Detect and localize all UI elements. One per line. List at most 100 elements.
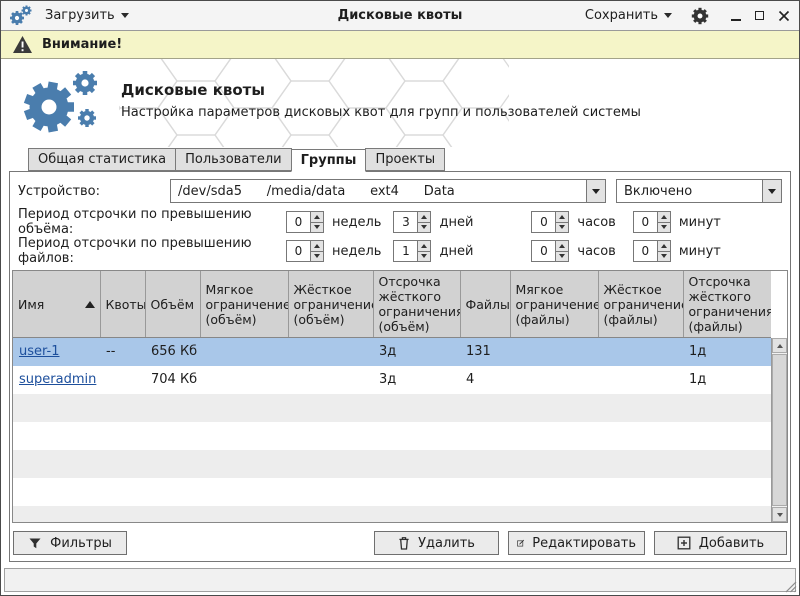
minutes-unit-label: минут	[679, 244, 721, 259]
spinner-up-button[interactable]	[556, 241, 568, 251]
spinner-up-button[interactable]	[658, 241, 670, 251]
close-button[interactable]	[776, 8, 791, 23]
column-header-name[interactable]: Имя	[13, 271, 100, 338]
device-dropdown-button[interactable]	[586, 180, 605, 202]
spinner-down-button[interactable]	[556, 251, 568, 262]
weeks-unit-label: недель	[332, 215, 381, 230]
spinner-down-icon	[661, 254, 667, 258]
spinner-down-button[interactable]	[556, 222, 568, 233]
trash-icon	[398, 536, 410, 550]
column-header-volume[interactable]: Объём	[145, 271, 200, 338]
grace-files-label: Период отсрочки по превышению файлов:	[18, 236, 286, 266]
resize-grip-icon[interactable]	[784, 580, 797, 593]
spinner-value[interactable]: 0	[287, 212, 310, 232]
scrollbar-thumb[interactable]	[772, 354, 787, 506]
save-button[interactable]: Сохранить	[581, 6, 676, 25]
state-dropdown-button[interactable]	[762, 180, 781, 202]
spinner-value[interactable]: 0	[634, 241, 657, 261]
column-header-hard-volume[interactable]: Жёсткое ограничение (объём)	[288, 271, 373, 338]
page-title: Дисковые квоты	[121, 81, 265, 99]
empty-row	[13, 422, 771, 450]
hexagon-pattern	[119, 59, 509, 147]
spinner-up-button[interactable]	[311, 212, 323, 222]
chevron-down-icon	[121, 13, 129, 18]
spinner-value[interactable]: 0	[532, 212, 555, 232]
spinner-down-button[interactable]	[418, 222, 430, 233]
spinner-up-button[interactable]	[311, 241, 323, 251]
spinner-value[interactable]: 0	[532, 241, 555, 261]
volume-minutes-spinner[interactable]: 0	[633, 211, 671, 233]
status-bar	[4, 568, 796, 592]
files-days-spinner[interactable]: 1	[393, 240, 431, 262]
user-link[interactable]: user-1	[19, 344, 60, 359]
table-row-superadmin[interactable]: superadmin 704 Кб 3д 4 1д	[13, 366, 771, 394]
tab-projects[interactable]: Проекты	[365, 148, 445, 171]
user-link[interactable]: superadmin	[19, 372, 96, 387]
vertical-scrollbar[interactable]	[771, 338, 787, 522]
spinner-value[interactable]: 0	[634, 212, 657, 232]
spinner-value[interactable]: 1	[394, 241, 417, 261]
days-unit-label: дней	[439, 215, 473, 230]
add-icon	[677, 536, 691, 550]
settings-gear-icon[interactable]	[690, 6, 710, 26]
add-button[interactable]: Добавить	[654, 531, 787, 555]
filter-icon	[28, 537, 42, 550]
warning-bar: Внимание!	[1, 31, 799, 59]
column-header-files[interactable]: Файлы	[460, 271, 510, 338]
scrollbar-track[interactable]	[772, 353, 787, 507]
column-header-soft-files[interactable]: Мягкое ограничение (файлы)	[510, 271, 598, 338]
edit-button[interactable]: Редактировать	[508, 531, 645, 555]
files-weeks-spinner[interactable]: 0	[286, 240, 324, 262]
load-button[interactable]: Загрузить	[41, 6, 133, 25]
column-header-hard-files[interactable]: Жёсткое ограничение (файлы)	[598, 271, 683, 338]
table-row-user-1[interactable]: user-1 -- 656 Кб 3д 131 1д	[13, 338, 771, 366]
spinner-value[interactable]: 3	[394, 212, 417, 232]
quota-state-value: Включено	[617, 180, 762, 202]
volume-weeks-spinner[interactable]: 0	[286, 211, 324, 233]
spinner-up-icon	[314, 215, 320, 219]
spinner-up-icon	[421, 215, 427, 219]
weeks-unit-label: недель	[332, 244, 381, 259]
spinner-up-button[interactable]	[658, 212, 670, 222]
column-header-grace-volume[interactable]: Отсрочка жёсткого ограничения (объём)	[373, 271, 460, 338]
column-header-soft-volume[interactable]: Мягкое ограничение (объём)	[200, 271, 288, 338]
spinner-down-icon	[421, 225, 427, 229]
tab-groups[interactable]: Группы	[291, 149, 367, 172]
device-label: Устройство:	[18, 184, 170, 199]
scrollbar-up-icon	[777, 344, 783, 348]
spinner-up-icon	[421, 244, 427, 248]
files-minutes-spinner[interactable]: 0	[633, 240, 671, 262]
volume-days-spinner[interactable]: 3	[393, 211, 431, 233]
spinner-up-icon	[661, 244, 667, 248]
spinner-down-button[interactable]	[418, 251, 430, 262]
filters-button[interactable]: Фильтры	[13, 531, 127, 555]
spinner-down-button[interactable]	[311, 251, 323, 262]
maximize-icon	[755, 11, 764, 20]
spinner-down-button[interactable]	[658, 222, 670, 233]
spinner-value[interactable]: 0	[287, 241, 310, 261]
spinner-up-icon	[559, 244, 565, 248]
scrollbar-down-button[interactable]	[772, 507, 787, 522]
spinner-down-button[interactable]	[658, 251, 670, 262]
delete-button[interactable]: Удалить	[374, 531, 499, 555]
volume-hours-spinner[interactable]: 0	[531, 211, 569, 233]
spinner-up-icon	[661, 215, 667, 219]
spinner-up-button[interactable]	[418, 241, 430, 251]
device-select[interactable]: /dev/sda5 /media/data ext4 Data	[170, 179, 606, 203]
tab-users[interactable]: Пользователи	[175, 148, 292, 171]
table-header-row: Имя Квоты Объём Мягкое ограничение (объё…	[13, 271, 771, 338]
column-header-quotas[interactable]: Квоты	[100, 271, 145, 338]
spinner-down-button[interactable]	[311, 222, 323, 233]
tab-general-statistics[interactable]: Общая статистика	[28, 148, 176, 171]
scrollbar-up-button[interactable]	[772, 338, 787, 353]
spinner-up-icon	[559, 215, 565, 219]
quota-state-select[interactable]: Включено	[616, 179, 782, 203]
spinner-up-button[interactable]	[418, 212, 430, 222]
maximize-button[interactable]	[752, 8, 767, 23]
column-header-grace-files[interactable]: Отсрочка жёсткого ограничения (файлы)	[683, 271, 771, 338]
empty-row	[13, 478, 771, 506]
minimize-button[interactable]	[728, 8, 743, 23]
action-bar: Фильтры Удалить Редактировать	[12, 531, 788, 555]
spinner-up-button[interactable]	[556, 212, 568, 222]
files-hours-spinner[interactable]: 0	[531, 240, 569, 262]
